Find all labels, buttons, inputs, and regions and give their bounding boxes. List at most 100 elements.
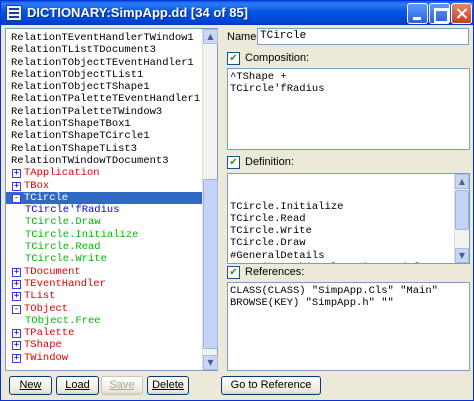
tree-item[interactable]: RelationTEventHandlerTWindow1 — [6, 32, 203, 44]
composition-checkbox[interactable]: ✔ — [227, 52, 240, 65]
tree-item[interactable]: RelationTWindowTDocument3 — [6, 155, 203, 167]
tree-item-label: RelationTPaletteTEventHandler1 — [11, 93, 201, 106]
tree-item-label: TWindow — [24, 351, 69, 364]
tree-item[interactable]: RelationTPaletteTWindow3 — [6, 106, 203, 118]
tree-item-label: RelationTObjectTEventHandler1 — [11, 56, 194, 69]
tree-item-label: RelationTShapeTBox1 — [11, 118, 131, 131]
expand-icon[interactable]: + — [12, 329, 21, 339]
name-input[interactable]: TCircle — [257, 28, 469, 45]
tree-item[interactable]: - TCircle — [6, 191, 203, 205]
tree-item-label: TPalette — [24, 327, 75, 340]
references-checkbox[interactable]: ✔ — [227, 266, 240, 279]
tree-item-label: TCircle.Initialize — [25, 228, 139, 241]
tree-item-label: RelationTObjectTList1 — [11, 68, 144, 81]
tree-item[interactable]: TObject.Free — [6, 315, 203, 327]
composition-label: Composition: — [245, 52, 310, 64]
expand-icon[interactable]: + — [12, 181, 21, 191]
tree-item[interactable]: RelationTListTDocument3 — [6, 44, 203, 56]
definition-textarea[interactable]: TCircle.Initialize TCircle.Read TCircle.… — [227, 173, 470, 264]
load-button[interactable]: Load — [56, 376, 99, 395]
tree-item-label: TApplication — [24, 167, 100, 180]
save-button[interactable]: Save — [101, 376, 143, 395]
tree-item-label: RelationTShapeTCircle1 — [11, 130, 150, 143]
tree-scrollbar[interactable]: ▲ ▼ — [202, 29, 218, 370]
tree-item-label: RelationTShapeTList3 — [11, 142, 138, 155]
new-button-label: New — [19, 379, 42, 391]
tree-item-label: TObject — [24, 302, 69, 315]
tree-item[interactable]: RelationTPaletteTEventHandler1 — [6, 93, 203, 105]
definition-checkbox[interactable]: ✔ — [227, 156, 240, 169]
tree-item[interactable]: + TWindow — [6, 352, 203, 364]
tree-item[interactable]: TCircle'fRadius — [6, 204, 203, 216]
tree-item[interactable]: TCircle.Read — [6, 241, 203, 253]
composition-text[interactable]: ^TShape + TCircle'fRadius — [227, 68, 470, 150]
expand-icon[interactable]: + — [12, 279, 21, 289]
tree-item-label: TBox — [24, 179, 50, 192]
tree-item-label: TList — [24, 290, 56, 303]
tree-item[interactable]: + TPalette — [6, 327, 203, 339]
tree-item[interactable]: + TShape — [6, 339, 203, 351]
tree-item[interactable]: + TBox — [6, 180, 203, 192]
minimize-button[interactable] — [407, 3, 428, 24]
scroll-down-arrow-icon[interactable]: ▼ — [455, 248, 469, 263]
maximize-button[interactable] — [429, 3, 450, 24]
tree-item[interactable]: + TDocument — [6, 266, 203, 278]
tree-item[interactable]: RelationTObjectTEventHandler1 — [6, 57, 203, 69]
expand-icon[interactable]: + — [12, 341, 21, 351]
dictionary-window: DICTIONARY:SimpApp.dd [34 of 85] Relatio… — [0, 0, 474, 401]
collapse-icon[interactable]: - — [12, 193, 21, 203]
tree-item-label: RelationTWindowTDocument3 — [11, 154, 169, 167]
scroll-up-arrow-icon[interactable]: ▲ — [203, 29, 218, 44]
go-to-reference-label: Go to Reference — [230, 379, 312, 391]
tree-item-label: TObject.Free — [25, 314, 101, 327]
tree-item[interactable]: TCircle.Write — [6, 253, 203, 265]
tree-item-label: RelationTEventHandlerTWindow1 — [11, 32, 194, 44]
go-to-reference-button[interactable]: Go to Reference — [221, 376, 321, 395]
references-text[interactable]: CLASS(CLASS) "SimpApp.Cls" "Main" BROWSE… — [227, 282, 470, 371]
dictionary-tree: RelationTEventHandlerTWindow1 RelationTLi… — [5, 28, 218, 371]
tree-item-label: TCircle.Read — [25, 241, 101, 254]
tree-item[interactable]: RelationTObjectTList1 — [6, 69, 203, 81]
tree-item[interactable]: TCircle.Initialize — [6, 229, 203, 241]
expand-icon[interactable]: + — [12, 353, 21, 363]
tree-item-label: TShape — [24, 339, 62, 352]
scroll-thumb[interactable] — [455, 190, 469, 230]
close-button[interactable] — [451, 3, 472, 24]
tree-item[interactable]: + TEventHandler — [6, 278, 203, 290]
expand-icon[interactable]: + — [12, 267, 21, 277]
title-bar[interactable]: DICTIONARY:SimpApp.dd [34 of 85] — [1, 1, 473, 25]
load-button-label: Load — [65, 379, 90, 391]
references-label: References: — [245, 266, 305, 278]
tree-item-label: TCircle — [24, 191, 69, 204]
tree-item-label: TCircle'fRadius — [25, 204, 120, 217]
collapse-icon[interactable]: - — [12, 304, 21, 314]
tree-item[interactable]: RelationTShapeTBox1 — [6, 118, 203, 130]
delete-button[interactable]: Delete — [147, 376, 189, 395]
tree-item-label: TCircle.Draw — [25, 216, 101, 229]
scroll-up-arrow-icon[interactable]: ▲ — [455, 174, 469, 189]
delete-button-label: Delete — [152, 379, 184, 391]
tree-item[interactable]: - TObject — [6, 303, 203, 315]
name-label: Name: — [227, 31, 260, 43]
expand-icon[interactable]: + — [12, 292, 21, 302]
tree-item[interactable]: RelationTShapeTList3 — [6, 143, 203, 155]
tree-item-label: TCircle.Write — [25, 253, 107, 266]
tree-item-label: TDocument — [24, 265, 81, 278]
tree-item[interactable]: + TApplication — [6, 167, 203, 179]
definition-text: TCircle.Initialize TCircle.Read TCircle.… — [230, 200, 432, 263]
expand-icon[interactable]: + — [12, 169, 21, 179]
tree-list: RelationTEventHandlerTWindow1 RelationTLi… — [6, 29, 203, 370]
scroll-down-arrow-icon[interactable]: ▼ — [203, 355, 218, 370]
tree-item[interactable]: RelationTObjectTShape1 — [6, 81, 203, 93]
tree-item[interactable]: + TList — [6, 290, 203, 302]
tree-item-label: TEventHandler — [24, 277, 106, 290]
tree-item-label: RelationTPaletteTWindow3 — [11, 105, 163, 118]
definition-scrollbar[interactable]: ▲ ▼ — [454, 174, 469, 263]
definition-label: Definition: — [245, 156, 294, 168]
scroll-thumb[interactable] — [203, 179, 218, 349]
app-icon[interactable] — [6, 5, 22, 21]
tree-item[interactable]: RelationTShapeTCircle1 — [6, 130, 203, 142]
tree-item[interactable]: TCircle.Draw — [6, 216, 203, 228]
window-title: DICTIONARY:SimpApp.dd [34 of 85] — [27, 5, 248, 20]
new-button[interactable]: New — [9, 376, 52, 395]
